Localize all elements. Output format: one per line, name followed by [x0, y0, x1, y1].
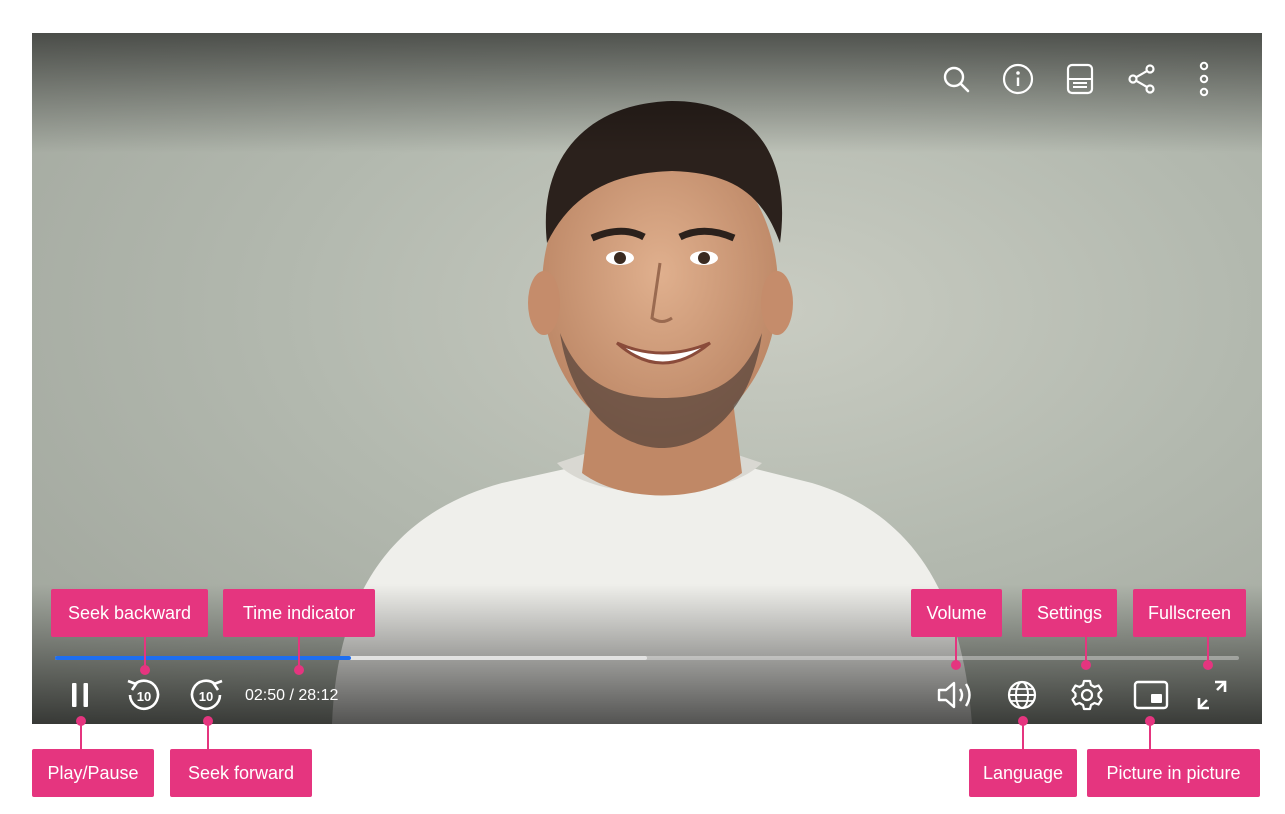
label-volume: Volume	[911, 589, 1002, 637]
marker-seek-backward	[140, 665, 150, 675]
label-picture-in-picture: Picture in picture	[1087, 749, 1260, 797]
label-language: Language	[969, 749, 1077, 797]
leader-picture-in-picture	[1149, 721, 1151, 750]
svg-text:10: 10	[199, 689, 213, 704]
fullscreen-button[interactable]	[1190, 673, 1234, 717]
label-seek-forward: Seek forward	[170, 749, 312, 797]
played-progress	[55, 656, 351, 660]
globe-icon	[1007, 680, 1037, 710]
marker-volume	[951, 660, 961, 670]
pause-icon	[72, 683, 88, 707]
label-seek-backward: Seek backward	[51, 589, 208, 637]
label-play-pause: Play/Pause	[32, 749, 154, 797]
language-button[interactable]	[1000, 673, 1044, 717]
leader-seek-forward	[207, 721, 209, 750]
more-vertical-icon[interactable]	[1186, 61, 1222, 97]
seek-forward-button[interactable]: 10	[185, 673, 229, 717]
marker-time-indicator	[294, 665, 304, 675]
leader-play-pause	[80, 721, 82, 750]
label-settings: Settings	[1022, 589, 1117, 637]
captions-icon[interactable]	[1062, 61, 1098, 97]
marker-fullscreen	[1203, 660, 1213, 670]
pip-icon	[1133, 680, 1169, 710]
svg-text:10: 10	[137, 689, 151, 704]
search-icon[interactable]	[938, 61, 974, 97]
label-time-indicator: Time indicator	[223, 589, 375, 637]
settings-button[interactable]	[1065, 673, 1109, 717]
volume-button[interactable]	[934, 673, 978, 717]
play-pause-button[interactable]	[58, 673, 102, 717]
seek-backward-button[interactable]: 10	[121, 673, 165, 717]
progress-bar[interactable]	[55, 656, 1239, 660]
info-icon[interactable]	[1000, 61, 1036, 97]
share-icon[interactable]	[1124, 61, 1160, 97]
replay-10-icon: 10	[127, 679, 160, 711]
gear-icon	[1071, 679, 1103, 711]
top-toolbar	[938, 61, 1222, 97]
volume-icon	[937, 681, 971, 709]
fullscreen-icon	[1197, 680, 1227, 710]
time-indicator: 02:50 / 28:12	[245, 687, 339, 704]
picture-in-picture-button[interactable]	[1129, 673, 1173, 717]
leader-language	[1022, 721, 1024, 750]
forward-10-icon: 10	[190, 679, 223, 711]
label-fullscreen: Fullscreen	[1133, 589, 1246, 637]
marker-settings	[1081, 660, 1091, 670]
